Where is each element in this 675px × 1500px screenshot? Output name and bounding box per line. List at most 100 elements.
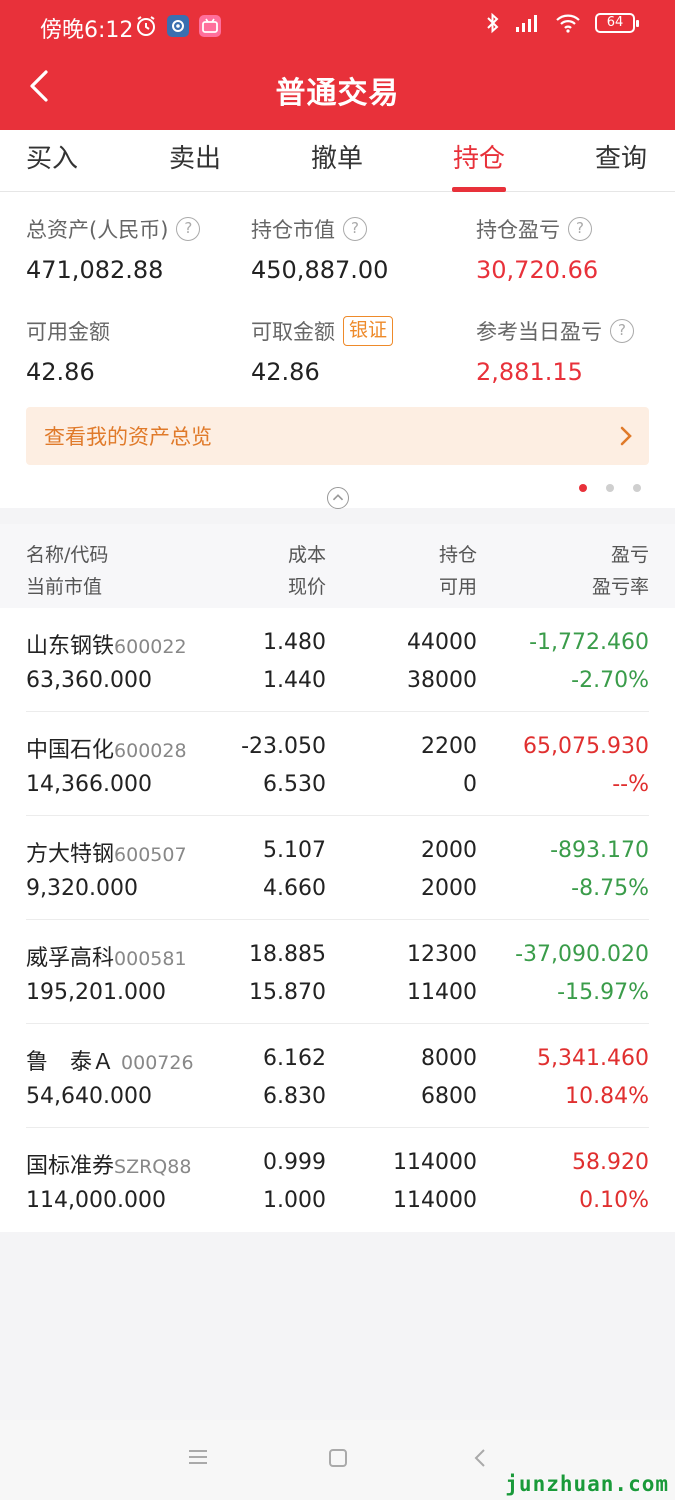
settings-app-icon	[167, 15, 189, 37]
pnl: 65,075.930	[523, 734, 649, 759]
position-pnl: 持仓盈亏? 30,720.66	[476, 214, 675, 284]
back-triangle-icon[interactable]	[472, 1448, 488, 1468]
available-funds: 可用金额 42.86	[26, 316, 246, 386]
withdrawable-funds: 可取金额 银证 42.86	[251, 316, 471, 386]
status-time: 傍晚6:12	[40, 18, 134, 43]
bank-transfer-button[interactable]: 银证	[343, 316, 394, 346]
market-value: 63,360.000	[26, 668, 152, 693]
stock-name-code: 鲁 泰Ａ 000726	[26, 1044, 194, 1076]
wifi-icon	[556, 14, 580, 33]
available-funds-value: 42.86	[26, 358, 95, 386]
total-assets-value: 471,082.88	[26, 256, 164, 284]
position-row[interactable]: 中国石化600028 14,366.000 -23.050 6.530 2200…	[0, 712, 675, 816]
price: 4.660	[263, 876, 326, 901]
position-pnl-value: 30,720.66	[476, 256, 599, 284]
tab-sell[interactable]: 卖出	[145, 130, 245, 192]
today-pnl-value: 2,881.15	[476, 358, 583, 386]
market-value: 14,366.000	[26, 772, 152, 797]
position-value: 持仓市值? 450,887.00	[251, 214, 471, 284]
holding: 8000	[421, 1046, 477, 1071]
col-holding-header: 持仓	[438, 544, 477, 566]
tab-buy[interactable]: 买入	[2, 130, 102, 192]
tab-cancel[interactable]: 撤单	[287, 130, 387, 192]
page-title: 普通交易	[275, 76, 400, 111]
collapse-chevron-icon[interactable]	[327, 487, 349, 509]
nav-bar: 普通交易	[0, 52, 675, 130]
stock-code: SZRQ88	[114, 1156, 192, 1178]
stock-name: 方大特钢	[26, 842, 115, 867]
today-pnl: 参考当日盈亏? 2,881.15	[476, 316, 675, 386]
pager-dot	[633, 484, 641, 492]
position-value-value: 450,887.00	[251, 256, 389, 284]
pnl-rate: -15.97%	[557, 980, 649, 1005]
available-qty: 114000	[393, 1188, 477, 1213]
holding: 114000	[393, 1150, 477, 1175]
col-available-header: 可用	[438, 576, 477, 598]
stock-name: 威孚高科	[26, 946, 115, 971]
market-value: 9,320.000	[26, 876, 138, 901]
stock-name-code: 方大特钢600507	[26, 836, 187, 868]
price: 15.870	[249, 980, 326, 1005]
cost: 18.885	[249, 942, 326, 967]
market-value: 114,000.000	[26, 1188, 166, 1213]
cost: -23.050	[241, 734, 326, 759]
withdrawable-funds-value: 42.86	[251, 358, 320, 386]
market-value: 195,201.000	[26, 980, 166, 1005]
chevron-right-icon	[620, 426, 632, 446]
asset-overview-text: 查看我的资产总览	[44, 425, 212, 449]
position-row[interactable]: 鲁 泰Ａ 000726 54,640.000 6.162 6.830 8000 …	[0, 1024, 675, 1128]
cost: 1.480	[263, 630, 326, 655]
pnl-rate: -8.75%	[571, 876, 649, 901]
available-qty: 11400	[407, 980, 477, 1005]
help-icon[interactable]: ?	[568, 217, 592, 241]
price: 1.000	[263, 1188, 326, 1213]
tab-positions[interactable]: 持仓	[429, 130, 529, 192]
positions-table-header: 名称/代码 当前市值 成本 现价 持仓 可用 盈亏 盈亏率	[0, 524, 675, 608]
col-name-header: 名称/代码	[26, 544, 109, 566]
position-row[interactable]: 方大特钢600507 9,320.000 5.107 4.660 2000 20…	[0, 816, 675, 920]
col-market-value-header: 当前市值	[26, 576, 103, 598]
pnl: 5,341.460	[537, 1046, 649, 1071]
stock-name: 山东钢铁	[26, 634, 115, 659]
position-row[interactable]: 国标准券SZRQ88 114,000.000 0.999 1.000 11400…	[0, 1128, 675, 1232]
withdrawable-funds-label: 可取金额	[251, 320, 335, 344]
watermark: junzhuan.com	[505, 1472, 669, 1496]
pnl-rate: --%	[612, 772, 649, 797]
cost: 0.999	[263, 1150, 326, 1175]
total-assets-label: 总资产(人民币)	[26, 218, 169, 242]
total-assets: 总资产(人民币)? 471,082.88	[26, 214, 246, 284]
stock-name-code: 威孚高科000581	[26, 940, 187, 972]
pnl-rate: -2.70%	[571, 668, 649, 693]
market-value: 54,640.000	[26, 1084, 152, 1109]
pager-dot	[579, 484, 587, 492]
status-right: 64	[485, 12, 639, 34]
stock-code: 000726	[121, 1052, 194, 1074]
pnl: -893.170	[550, 838, 649, 863]
asset-overview-banner[interactable]: 查看我的资产总览	[26, 407, 649, 465]
help-icon[interactable]: ?	[176, 217, 201, 241]
position-pnl-label: 持仓盈亏	[476, 218, 560, 242]
help-icon[interactable]: ?	[610, 319, 634, 343]
position-row[interactable]: 威孚高科000581 195,201.000 18.885 15.870 123…	[0, 920, 675, 1024]
holding: 2200	[421, 734, 477, 759]
stock-name-code: 山东钢铁600022	[26, 628, 187, 660]
available-qty: 0	[463, 772, 477, 797]
stock-name: 中国石化	[26, 738, 115, 763]
position-row[interactable]: 山东钢铁600022 63,360.000 1.480 1.440 44000 …	[0, 608, 675, 712]
pnl: 58.920	[572, 1150, 649, 1175]
bilibili-app-icon	[199, 15, 221, 37]
stock-code: 000581	[114, 948, 187, 970]
help-icon[interactable]: ?	[343, 217, 367, 241]
stock-name-code: 中国石化600028	[26, 732, 187, 764]
trade-tabs: 买入 卖出 撤单 持仓 查询	[0, 130, 675, 192]
col-pnl-rate-header: 盈亏率	[591, 576, 649, 598]
home-square-icon[interactable]	[328, 1448, 348, 1468]
col-price-header: 现价	[287, 576, 326, 598]
alarm-icon	[137, 16, 155, 36]
menu-icon[interactable]	[188, 1448, 208, 1466]
today-pnl-label: 参考当日盈亏	[476, 320, 602, 344]
stock-name: 鲁 泰Ａ	[26, 1050, 115, 1075]
stock-name: 国标准券	[26, 1154, 115, 1179]
tab-query[interactable]: 查询	[571, 130, 671, 192]
pager-dots	[579, 484, 641, 492]
